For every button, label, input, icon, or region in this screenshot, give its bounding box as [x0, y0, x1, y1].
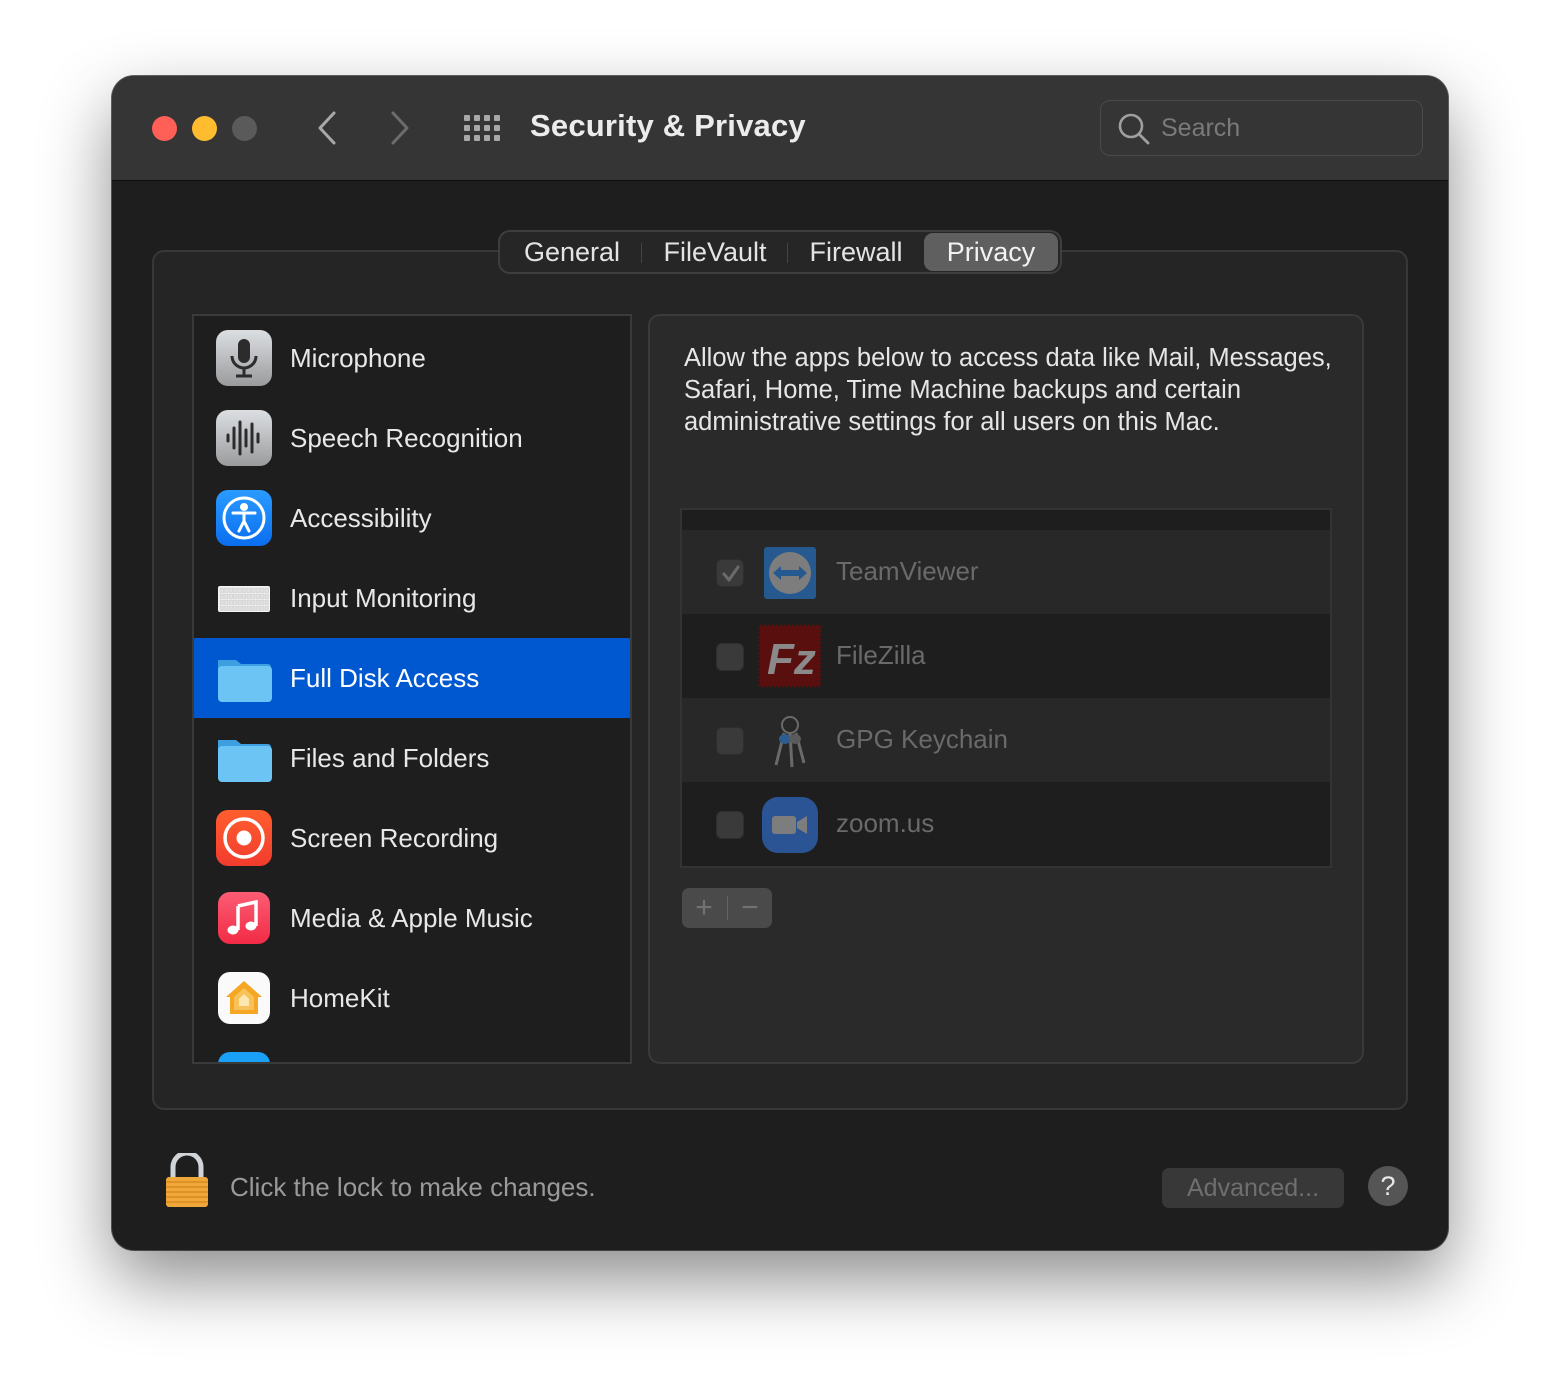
add-remove-control: + −: [682, 888, 772, 928]
chevron-right-icon: [391, 111, 409, 145]
sidebar-item-label: Microphone: [290, 342, 426, 373]
app-icon: [218, 1052, 270, 1062]
sidebar-item-full-disk-access[interactable]: Full Disk Access: [194, 638, 630, 718]
app-name: TeamViewer: [836, 556, 979, 586]
sidebar-item-partial[interactable]: [194, 1038, 630, 1062]
music-note-icon: [218, 892, 270, 944]
minimize-button[interactable]: [192, 116, 217, 141]
remove-app-button[interactable]: −: [728, 888, 772, 928]
app-row-zoom[interactable]: zoom.us: [682, 782, 1330, 866]
sidebar-item-accessibility[interactable]: Accessibility: [194, 478, 630, 558]
sidebar-item-files-and-folders[interactable]: Files and Folders: [194, 718, 630, 798]
teamviewer-icon: [762, 545, 818, 601]
lock-icon: [166, 1150, 208, 1207]
app-name: zoom.us: [836, 808, 935, 838]
waveform-icon: [216, 410, 272, 466]
grid-dot: [464, 125, 470, 131]
zoom-button[interactable]: [232, 116, 257, 141]
keychain-icon: [762, 713, 818, 769]
grid-dot: [484, 125, 490, 131]
grid-dot: [474, 135, 480, 141]
grid-dot: [484, 135, 490, 141]
svg-text:Fz: Fz: [767, 635, 816, 684]
search-icon: [1118, 113, 1150, 145]
privacy-category-list[interactable]: Microphone Speech Recognition Accessibil…: [192, 314, 632, 1064]
app-row-filezilla[interactable]: Fz FileZilla: [682, 614, 1330, 698]
search-input[interactable]: [1161, 109, 1411, 147]
sidebar-item-speech-recognition[interactable]: Speech Recognition: [194, 398, 630, 478]
microphone-icon: [216, 330, 272, 386]
grid-dot: [474, 125, 480, 131]
grid-dot: [464, 135, 470, 141]
sidebar-item-label: Screen Recording: [290, 822, 499, 853]
keyboard-icon: [216, 570, 272, 626]
screen-recording-icon: [216, 810, 272, 866]
sidebar-item-label: Speech Recognition: [290, 422, 523, 453]
chevron-left-icon: [318, 111, 336, 145]
lock-button[interactable]: [164, 1150, 210, 1214]
app-list[interactable]: TeamViewer Fz FileZilla GPG Keychain zoo…: [680, 508, 1332, 868]
tab-filevault[interactable]: FileVault: [642, 233, 788, 271]
tab-bar: General FileVault Firewall Privacy: [498, 230, 1062, 274]
tab-firewall[interactable]: Firewall: [788, 233, 924, 271]
lock-status-text: Click the lock to make changes.: [230, 1172, 596, 1202]
back-button[interactable]: [309, 108, 345, 148]
sidebar-item-label: Full Disk Access: [290, 662, 480, 693]
accessibility-icon: [216, 490, 272, 546]
zoom-camera-icon: [762, 797, 818, 853]
checkmark-icon: [722, 565, 740, 582]
sidebar-item-input-monitoring[interactable]: Input Monitoring: [194, 558, 630, 638]
folder-icon: [216, 650, 272, 706]
folder-icon: [216, 730, 272, 786]
app-checkbox[interactable]: [716, 559, 744, 587]
show-all-button[interactable]: [462, 113, 502, 143]
tab-general[interactable]: General: [502, 233, 642, 271]
grid-dot: [464, 115, 470, 121]
app-checkbox[interactable]: [716, 727, 744, 755]
app-name: FileZilla: [836, 640, 926, 670]
close-button[interactable]: [152, 116, 177, 141]
titlebar: Security & Privacy: [112, 76, 1448, 181]
search-field[interactable]: [1100, 100, 1423, 156]
sidebar-item-label: Input Monitoring: [290, 582, 477, 613]
advanced-button[interactable]: Advanced...: [1162, 1168, 1344, 1208]
app-name: GPG Keychain: [836, 724, 1008, 754]
sidebar-item-screen-recording[interactable]: Screen Recording: [194, 798, 630, 878]
grid-dot: [494, 125, 500, 131]
sidebar-item-homekit[interactable]: HomeKit: [194, 958, 630, 1038]
description-text: Allow the apps below to access data like…: [684, 344, 1332, 436]
help-button[interactable]: ?: [1368, 1166, 1408, 1206]
home-icon: [218, 972, 270, 1024]
app-row-teamviewer[interactable]: TeamViewer: [682, 530, 1330, 614]
app-checkbox[interactable]: [716, 643, 744, 671]
tab-privacy[interactable]: Privacy: [924, 233, 1058, 271]
forward-button[interactable]: [382, 108, 418, 148]
grid-dot: [484, 115, 490, 121]
sidebar-item-label: Accessibility: [290, 502, 432, 533]
grid-dot: [494, 135, 500, 141]
app-row-partial: [682, 510, 1330, 530]
sidebar-item-media-apple-music[interactable]: Media & Apple Music: [194, 878, 630, 958]
filezilla-icon: Fz: [758, 624, 822, 688]
app-row-gpg-keychain[interactable]: GPG Keychain: [682, 698, 1330, 782]
grid-dot: [474, 115, 480, 121]
privacy-detail-pane: Allow the apps below to access data like…: [648, 314, 1364, 1064]
sidebar-item-label: Files and Folders: [290, 742, 490, 773]
security-privacy-window: Security & Privacy General FileVault Fir…: [112, 76, 1448, 1250]
sidebar-item-label: HomeKit: [290, 982, 390, 1013]
sidebar-item-label: Media & Apple Music: [290, 902, 533, 933]
add-app-button[interactable]: +: [682, 888, 726, 928]
sidebar-item-microphone[interactable]: Microphone: [194, 318, 630, 398]
app-checkbox[interactable]: [716, 811, 744, 839]
grid-dot: [494, 115, 500, 121]
window-title: Security & Privacy: [530, 108, 806, 143]
